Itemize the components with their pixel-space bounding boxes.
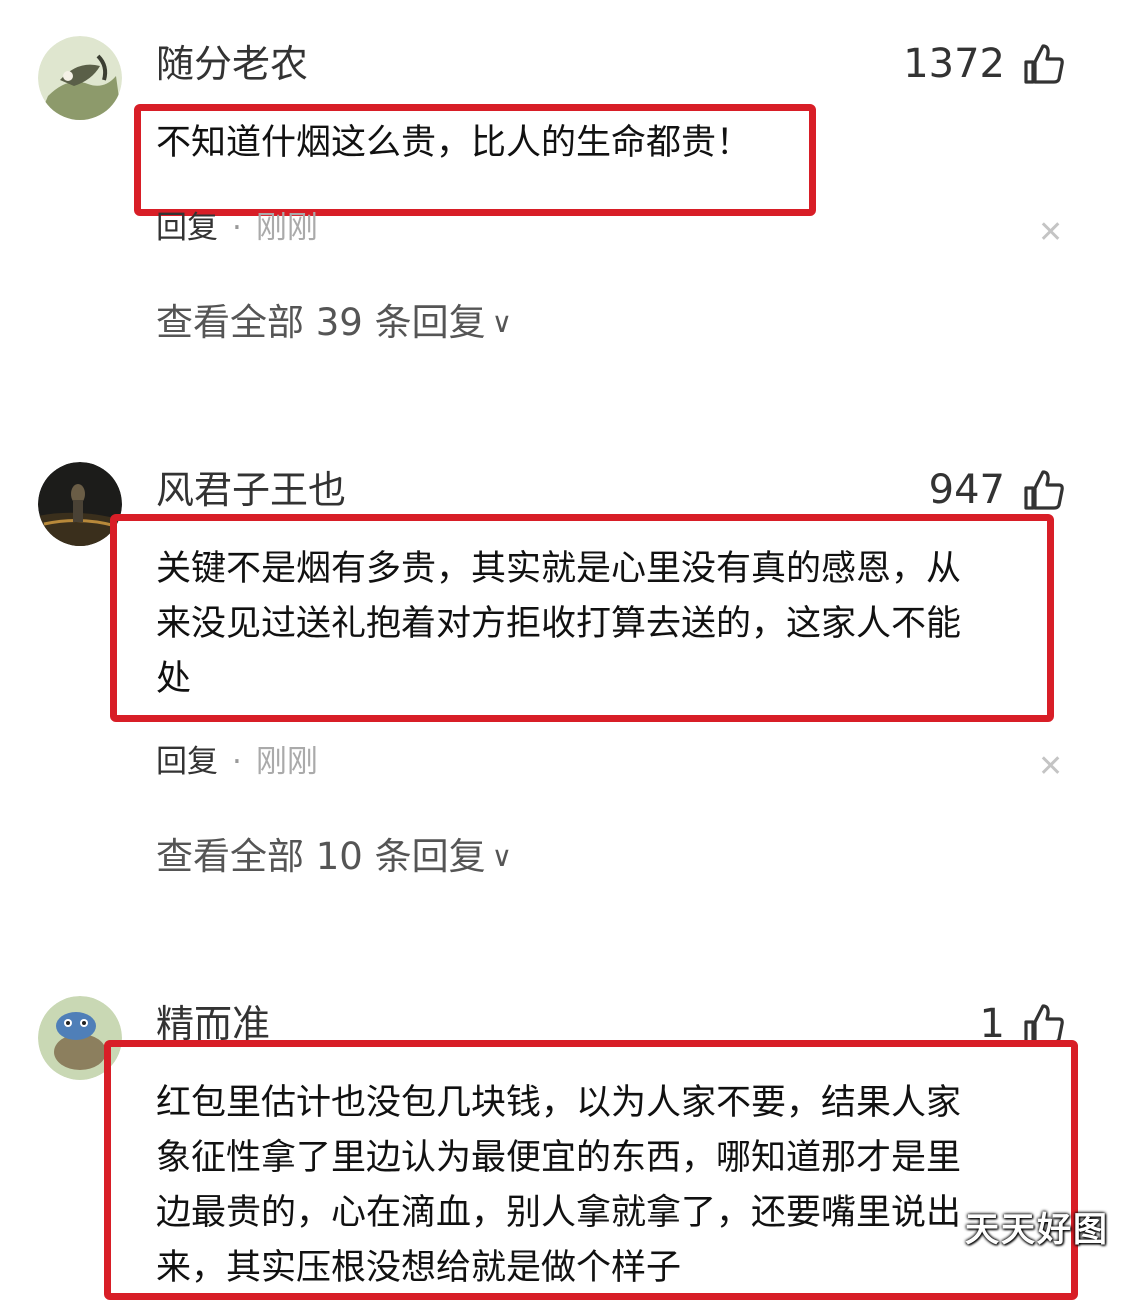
comment-meta: 回复 · 刚刚 [156,742,318,782]
comment-text: 来，其实压根没想给就是做个样子 [156,1248,682,1288]
view-all-replies-button[interactable]: 查看全部 10 条回复 ∨ [156,832,512,885]
comment-time: 刚刚 [255,210,318,246]
comment-username[interactable]: 风君子王也 [156,466,346,514]
comment-text: 红包里估计也没包几块钱，以为人家不要，结果人家 [156,1083,962,1123]
comment-text: 处 [156,659,192,699]
comment-text: 不知道什烟这么贵，比人的生命都贵！ [156,123,752,163]
chevron-down-icon: ∨ [491,306,513,339]
watermark: 天天好图 [965,1210,1109,1250]
thumbs-up-icon[interactable] [1022,468,1066,512]
comment-time: 刚刚 [255,744,318,780]
view-all-replies-button[interactable]: 查看全部 39 条回复 ∨ [156,298,512,351]
view-all-replies-label: 查看全部 39 条回复 [156,301,486,344]
meta-separator: · [232,210,242,246]
comment-text: 来没见过送礼抱着对方拒收打算去送的，这家人不能 [156,604,962,644]
comment-text: 象征性拿了里边认为最便宜的东西，哪知道那才是里 [156,1138,962,1178]
meta-separator: · [232,744,242,780]
avatar[interactable] [38,36,122,120]
thumbs-up-icon[interactable] [1022,42,1066,86]
close-icon[interactable]: ✕ [1038,752,1063,782]
reply-button[interactable]: 回复 [156,744,218,780]
close-icon[interactable]: ✕ [1038,218,1063,248]
view-all-replies-label: 查看全部 10 条回复 [156,835,486,878]
like-count: 947 [928,467,1005,513]
like-count: 1372 [903,41,1005,87]
chevron-down-icon: ∨ [491,840,513,873]
comment-meta: 回复 · 刚刚 [156,208,318,248]
comment-text: 关键不是烟有多贵，其实就是心里没有真的感恩，从 [156,549,962,589]
comment-username[interactable]: 随分老农 [156,40,308,88]
reply-button[interactable]: 回复 [156,210,218,246]
comment-text: 边最贵的，心在滴血，别人拿就拿了，还要嘴里说出 [156,1193,962,1233]
